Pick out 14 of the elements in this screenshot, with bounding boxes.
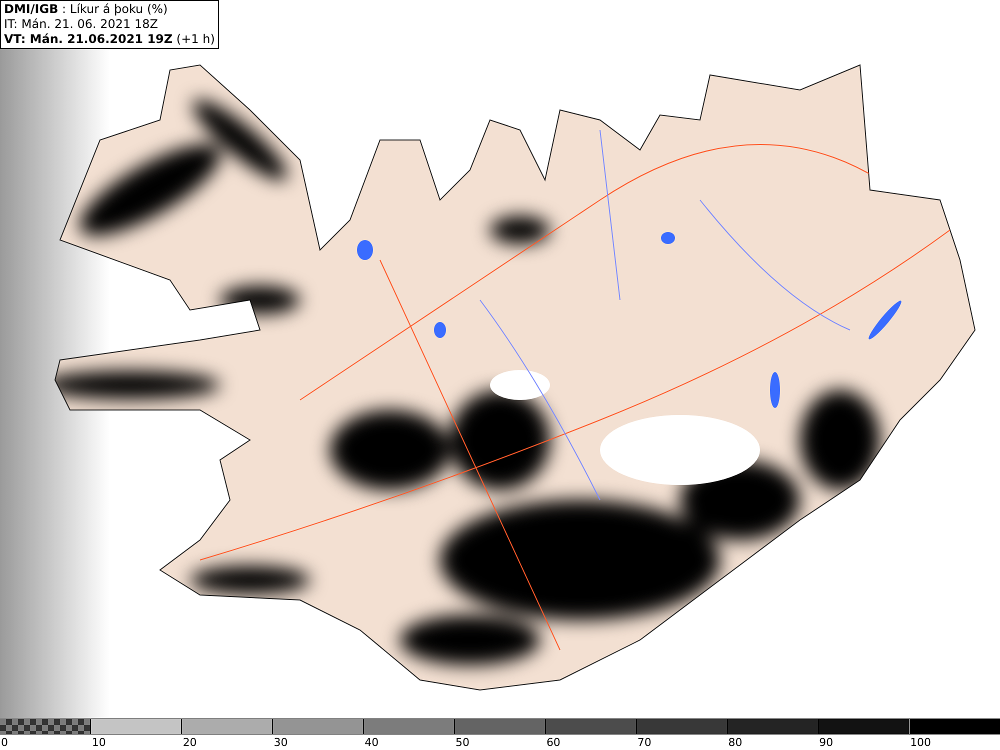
legend-label: 10 [92, 736, 106, 749]
info-text: IT: Mán. 21. 06. 2021 18Z [4, 17, 159, 32]
info-text: VT: Mán. 21.06.2021 19Z (+1 h) [4, 32, 215, 47]
legend-label: 70 [637, 736, 652, 749]
legend-label: 60 [546, 736, 560, 749]
legend-label: 100 [910, 736, 932, 749]
legend-label: 40 [364, 736, 379, 749]
legend-label: 80 [728, 736, 742, 749]
info-text: DMI/IGB : Líkur á þoku (%) [4, 2, 169, 17]
legend-label: 50 [456, 736, 470, 749]
legend-label: 20 [182, 736, 197, 749]
legend-label: 30 [274, 736, 288, 749]
legend-label: 0 [1, 736, 8, 749]
legend-label: 90 [819, 736, 834, 749]
